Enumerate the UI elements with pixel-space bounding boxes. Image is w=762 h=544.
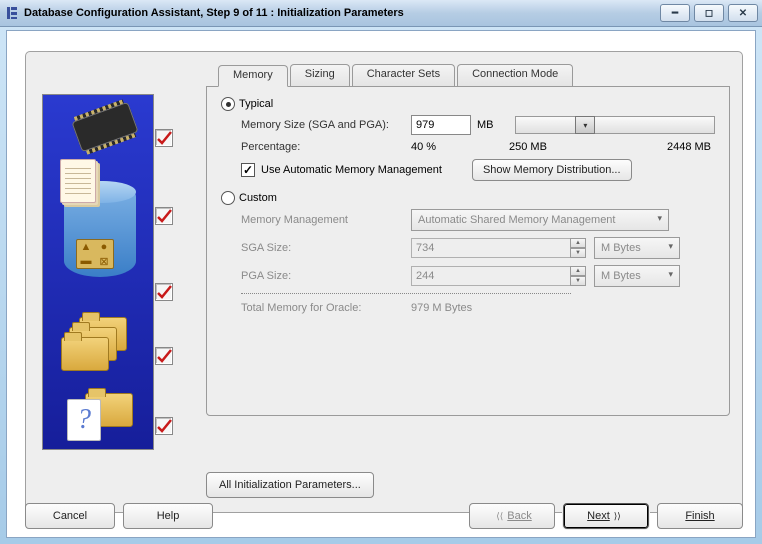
memory-size-label: Memory Size (SGA and PGA): — [241, 119, 411, 131]
window-title: Database Configuration Assistant, Step 9… — [24, 7, 660, 19]
tab-body-memory: Typical Memory Size (SGA and PGA): 979 M… — [206, 86, 730, 416]
tab-connmode[interactable]: Connection Mode — [457, 64, 573, 86]
app-icon — [4, 5, 20, 21]
titlebar: Database Configuration Assistant, Step 9… — [0, 0, 762, 27]
typical-label: Typical — [239, 98, 273, 110]
memory-size-slider[interactable] — [515, 116, 715, 134]
close-button[interactable]: ✕ — [728, 4, 758, 22]
maximize-button[interactable]: ◻ — [694, 4, 724, 22]
help-button[interactable]: Help — [123, 503, 213, 529]
tab-sizing[interactable]: Sizing — [290, 64, 350, 86]
documents-icon — [60, 159, 96, 203]
tab-charsets[interactable]: Character Sets — [352, 64, 455, 86]
wizard-step-check-2 — [155, 207, 173, 225]
wizard-step-check-5 — [155, 417, 173, 435]
slider-min: 250 MB — [509, 141, 547, 153]
wizard-step-icon-db: ▲● ▬⊠ — [64, 181, 136, 277]
separator-line — [241, 293, 571, 294]
sga-size-label: SGA Size: — [241, 242, 411, 254]
back-button[interactable]: ⟨⟨ Back — [469, 503, 555, 529]
total-memory-label: Total Memory for Oracle: — [241, 302, 411, 314]
question-sheet-icon: ? — [67, 399, 101, 441]
next-button[interactable]: Next ⟩⟩ — [563, 503, 649, 529]
sga-unit-select: M Bytes — [594, 237, 680, 259]
all-init-params-button[interactable]: All Initialization Parameters... — [206, 472, 374, 498]
content-frame: ▲● ▬⊠ — [25, 51, 743, 513]
pga-size-label: PGA Size: — [241, 270, 411, 282]
slider-max: 2448 MB — [667, 141, 711, 153]
auto-memory-checkbox[interactable] — [241, 163, 255, 177]
minimize-button[interactable]: ━ — [660, 4, 690, 22]
pga-spin-buttons: ▲▼ — [570, 266, 586, 286]
percentage-label: Percentage: — [241, 141, 411, 153]
storage-panel-icon: ▲● ▬⊠ — [76, 239, 114, 269]
folders-icon — [61, 317, 131, 373]
memory-size-input[interactable]: 979 — [411, 115, 471, 135]
total-memory-value: 979 M Bytes — [411, 302, 472, 314]
auto-memory-label: Use Automatic Memory Management — [261, 164, 442, 176]
sga-size-input: 734 — [411, 238, 571, 258]
wizard-step-check-4 — [155, 347, 173, 365]
tab-memory[interactable]: Memory — [218, 65, 288, 87]
sga-spin-buttons: ▲▼ — [570, 238, 586, 258]
finish-button[interactable]: Finish — [657, 503, 743, 529]
tabs: Memory Sizing Character Sets Connection … — [218, 64, 730, 86]
cancel-button[interactable]: Cancel — [25, 503, 115, 529]
radio-custom[interactable] — [221, 191, 235, 205]
footer: Cancel Help ⟨⟨ Back Next ⟩⟩ Finish — [25, 503, 743, 529]
percentage-value: 40 % — [411, 141, 495, 153]
pga-size-input: 244 — [411, 266, 571, 286]
pga-unit-select: M Bytes — [594, 265, 680, 287]
memory-management-select: Automatic Shared Memory Management — [411, 209, 669, 231]
wizard-step-check-3 — [155, 283, 173, 301]
memory-size-unit: MB — [477, 119, 505, 131]
show-memory-distribution-button[interactable]: Show Memory Distribution... — [472, 159, 632, 181]
window-body: ▲● ▬⊠ — [6, 30, 756, 538]
radio-typical[interactable] — [221, 97, 235, 111]
wizard-step-check-1 — [155, 129, 173, 147]
custom-label: Custom — [239, 192, 277, 204]
memory-management-label: Memory Management — [241, 214, 411, 226]
main-panel: Memory Sizing Character Sets Connection … — [206, 64, 730, 468]
slider-thumb[interactable] — [575, 116, 595, 134]
wizard-step-icon-1 — [71, 102, 138, 153]
wizard-sidebar: ▲● ▬⊠ — [42, 94, 154, 450]
